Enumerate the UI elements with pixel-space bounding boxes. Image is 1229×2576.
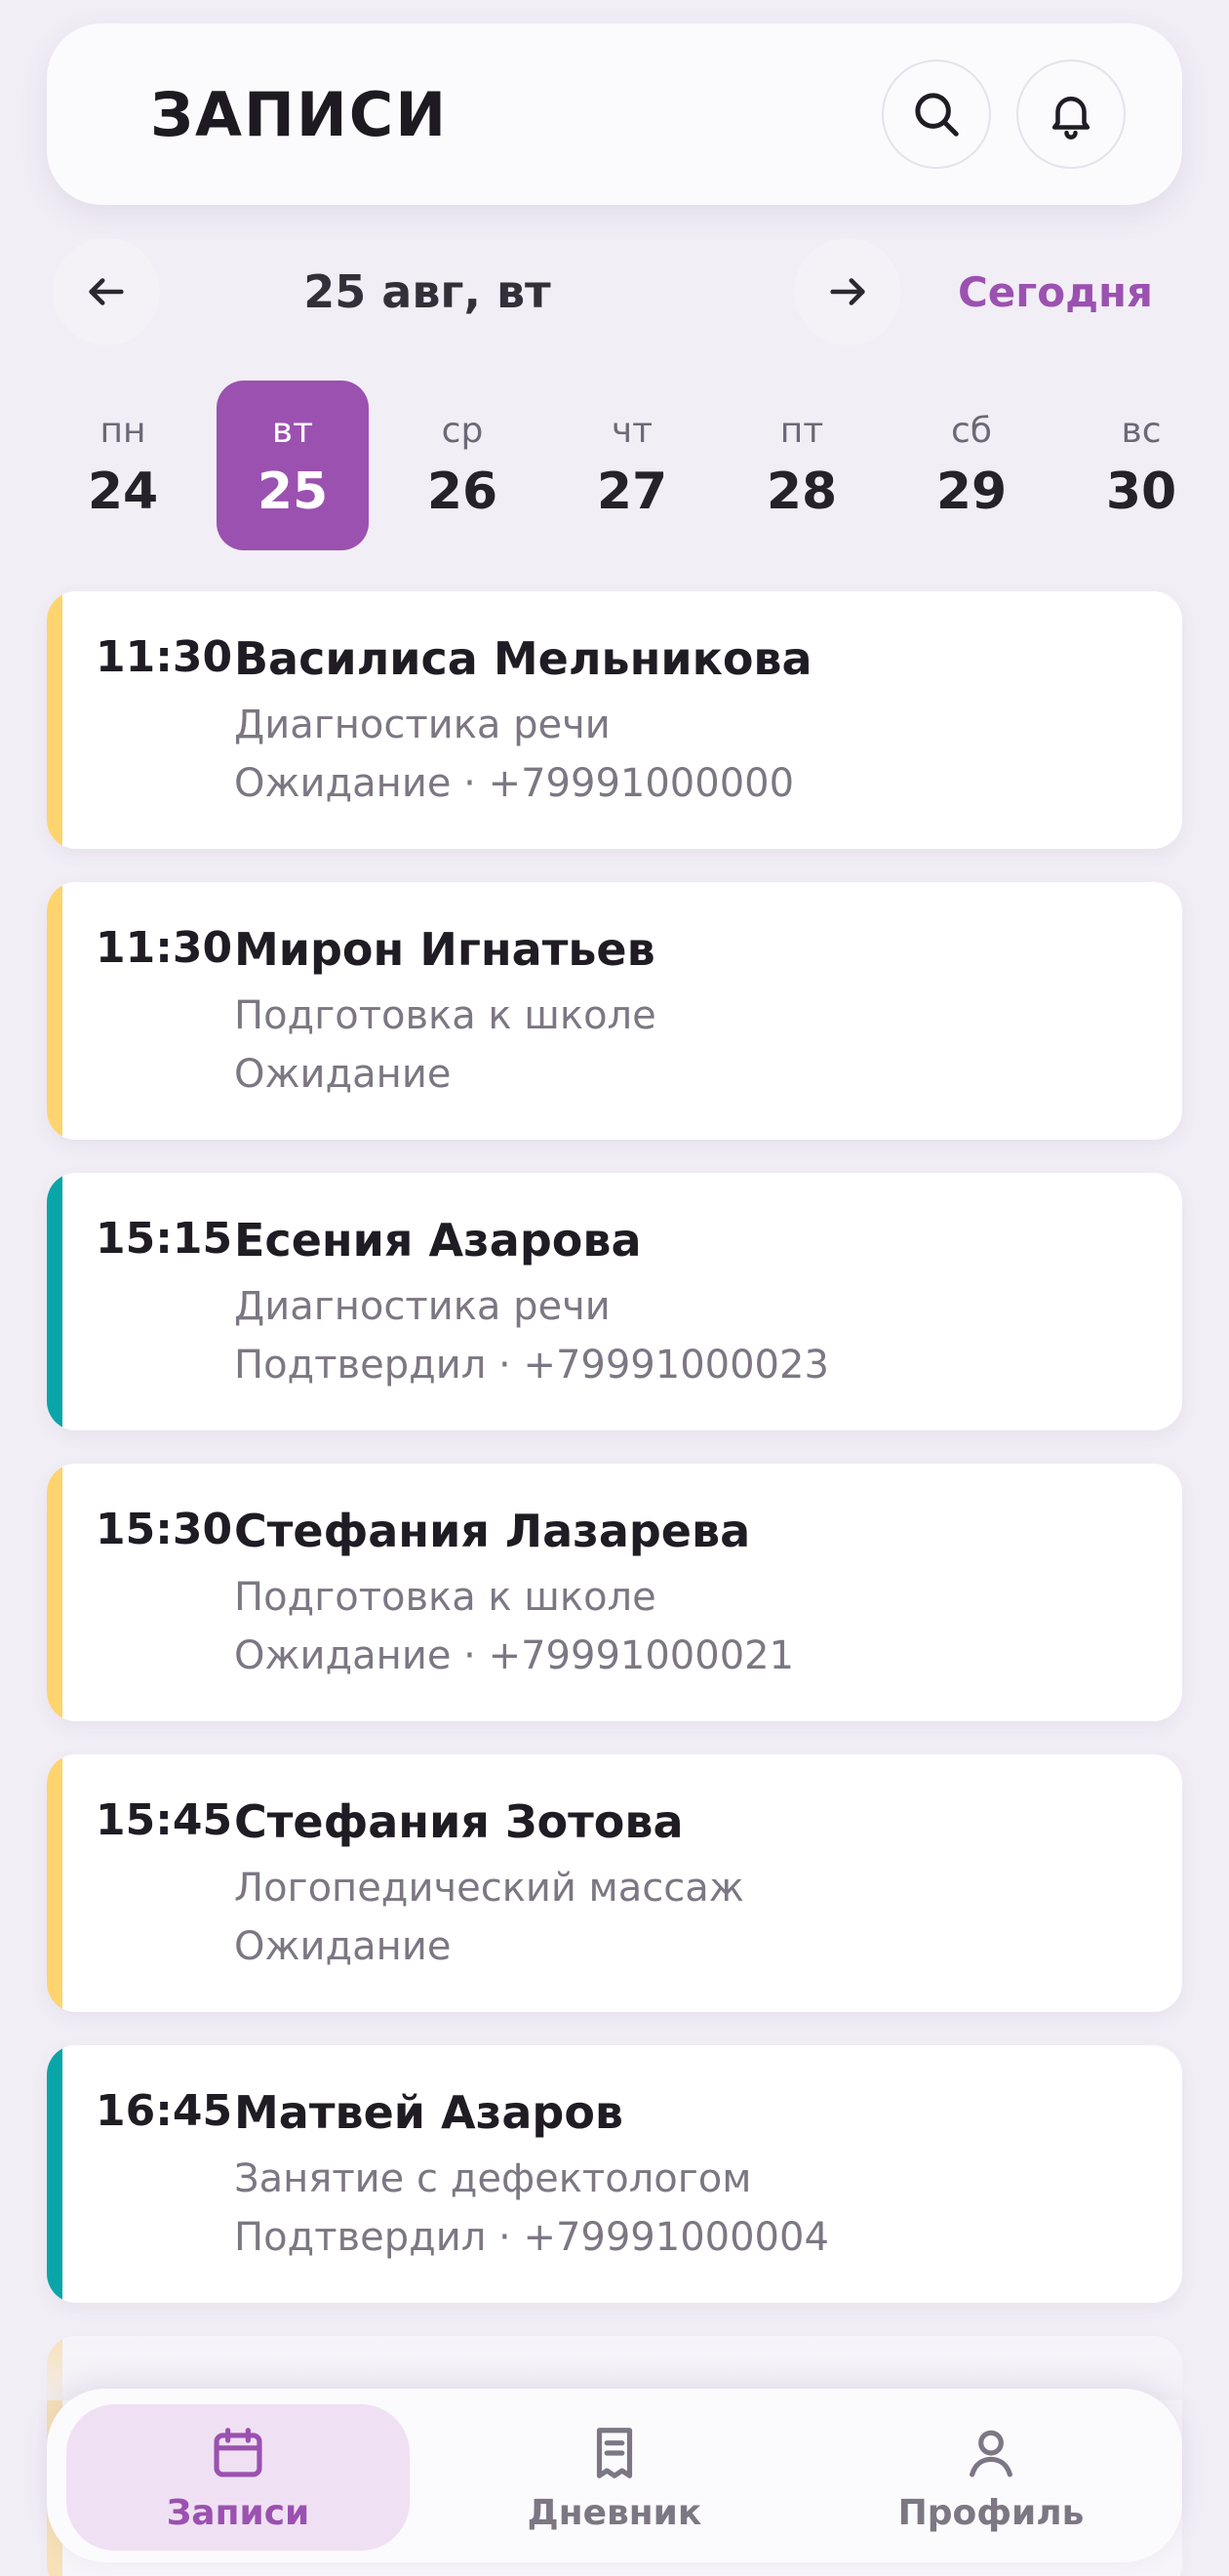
day-number: 30 <box>1105 463 1177 521</box>
arrow-left-icon <box>89 278 124 305</box>
day-of-week: чт <box>611 411 654 451</box>
day-number: 25 <box>257 463 329 521</box>
appointment-card[interactable]: 15:45 Стефания Зотова Логопедический мас… <box>47 1754 1182 2012</box>
appointment-card[interactable]: 11:30 Василиса Мельникова Диагностика ре… <box>47 591 1182 849</box>
appointment-time: 11:30 <box>96 632 233 682</box>
next-day-button[interactable] <box>794 238 901 345</box>
search-icon <box>915 93 959 137</box>
calendar-icon <box>214 2427 262 2477</box>
appointment-card[interactable]: 11:30 Мирон Игнатьев Подготовка к школе … <box>47 882 1182 1140</box>
day-thu[interactable]: чт 27 <box>556 381 708 550</box>
status-stripe <box>47 2045 62 2303</box>
client-name: Стефания Лазарева <box>234 1505 751 1557</box>
arrow-right-icon <box>830 278 865 305</box>
status-stripe <box>47 591 62 849</box>
service-name: Диагностика речи <box>234 1284 611 1329</box>
nav-label: Записи <box>166 2492 310 2533</box>
day-number: 29 <box>935 463 1008 521</box>
service-name: Подготовка к школе <box>234 1575 656 1620</box>
appointment-status: Ожидание · +79991000021 <box>234 1633 795 1678</box>
service-name: Подготовка к школе <box>234 993 656 1038</box>
client-name: Матвей Азаров <box>234 2086 624 2139</box>
appointment-time: 15:45 <box>96 1795 233 1845</box>
status-stripe <box>47 1464 62 1721</box>
day-sun[interactable]: вс 30 <box>1065 381 1217 550</box>
appointment-status: Подтвердил · +79991000004 <box>234 2215 829 2260</box>
day-of-week: вт <box>271 411 314 451</box>
service-name: Диагностика речи <box>234 703 611 747</box>
previous-day-button[interactable] <box>53 238 160 345</box>
profile-icon <box>970 2430 1012 2477</box>
day-number: 28 <box>766 463 838 521</box>
diary-icon <box>596 2427 633 2478</box>
day-of-week: ср <box>441 411 484 451</box>
nav-item-diary[interactable]: Дневник <box>443 2404 786 2551</box>
appointment-card[interactable]: 15:15 Есения Азарова Диагностика речи По… <box>47 1173 1182 1430</box>
date-navigation: 25 авг, вт Сегодня <box>47 238 1182 345</box>
status-stripe <box>47 1173 62 1430</box>
day-tue[interactable]: вт 25 <box>217 381 369 550</box>
client-name: Есения Азарова <box>234 1214 642 1267</box>
notifications-button[interactable] <box>1016 60 1126 169</box>
day-wed[interactable]: ср 26 <box>386 381 538 550</box>
bell-icon <box>1051 97 1090 140</box>
day-sat[interactable]: сб 29 <box>895 381 1048 550</box>
day-of-week: сб <box>951 411 992 451</box>
nav-label: Профиль <box>897 2492 1085 2533</box>
appointment-status: Ожидание <box>234 1924 452 1969</box>
bottom-navigation: Записи Дневник Профиль <box>47 2389 1182 2562</box>
client-name: Мирон Игнатьев <box>234 923 655 976</box>
nav-item-appointments[interactable]: Записи <box>66 2404 410 2551</box>
appointment-status: Ожидание <box>234 1052 452 1097</box>
status-stripe <box>47 882 62 1140</box>
day-number: 24 <box>87 463 159 521</box>
status-stripe <box>47 1754 62 2012</box>
current-date: 25 авг, вт <box>303 265 551 318</box>
day-mon[interactable]: пн 24 <box>47 381 199 550</box>
appointment-time: 11:30 <box>96 923 233 973</box>
appointment-status: Подтвердил · +79991000023 <box>234 1343 829 1388</box>
week-strip: пн 24 вт 25 ср 26 чт 27 пт 28 сб 29 вс 3… <box>47 381 1182 550</box>
day-number: 27 <box>596 463 668 521</box>
nav-item-profile[interactable]: Профиль <box>819 2404 1163 2551</box>
day-fri[interactable]: пт 28 <box>726 381 878 550</box>
appointment-time: 15:30 <box>96 1505 233 1554</box>
page-title: ЗАПИСИ <box>150 78 449 150</box>
client-name: Стефания Зотова <box>234 1795 684 1848</box>
appointment-time: 15:15 <box>96 1214 233 1264</box>
appointment-card[interactable]: 16:45 Матвей Азаров Занятие с дефектолог… <box>47 2045 1182 2303</box>
day-of-week: пт <box>779 411 824 451</box>
appointment-card[interactable]: 15:30 Стефания Лазарева Подготовка к шко… <box>47 1464 1182 1721</box>
header-actions <box>882 60 1126 169</box>
appointment-time: 16:45 <box>96 2086 233 2136</box>
day-number: 26 <box>426 463 498 521</box>
nav-label: Дневник <box>527 2492 702 2533</box>
service-name: Занятие с дефектологом <box>234 2156 752 2201</box>
today-button[interactable]: Сегодня <box>942 258 1169 326</box>
day-of-week: вс <box>1121 411 1162 451</box>
day-of-week: пн <box>99 411 146 451</box>
search-button[interactable] <box>882 60 991 169</box>
service-name: Логопедический массаж <box>234 1866 744 1911</box>
appointment-status: Ожидание · +79991000000 <box>234 761 795 806</box>
client-name: Василиса Мельникова <box>234 632 813 685</box>
app-header: ЗАПИСИ <box>47 23 1182 205</box>
